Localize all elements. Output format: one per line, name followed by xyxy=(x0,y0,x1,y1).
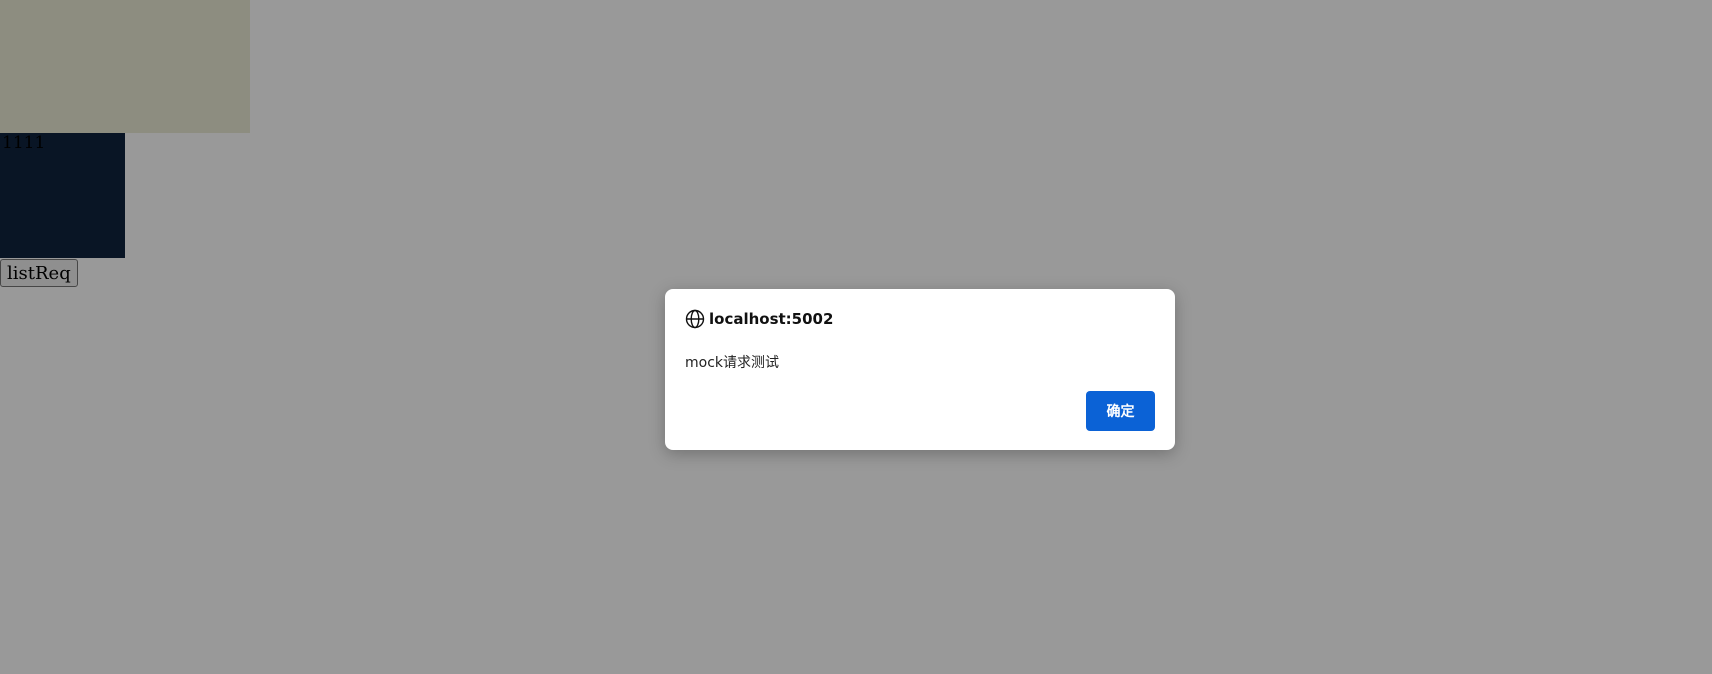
ok-button[interactable]: 确定 xyxy=(1086,391,1155,431)
dialog-message: mock请求测试 xyxy=(685,355,780,371)
dialog-origin: localhost:5002 xyxy=(709,310,834,328)
dialog-header: localhost:5002 xyxy=(685,309,1155,329)
alert-dialog: localhost:5002 mock请求测试 确定 xyxy=(665,289,1175,450)
page: 1111 listReq localhost:5002 mock请求测试 确定 xyxy=(0,0,1712,674)
globe-icon xyxy=(685,309,705,329)
